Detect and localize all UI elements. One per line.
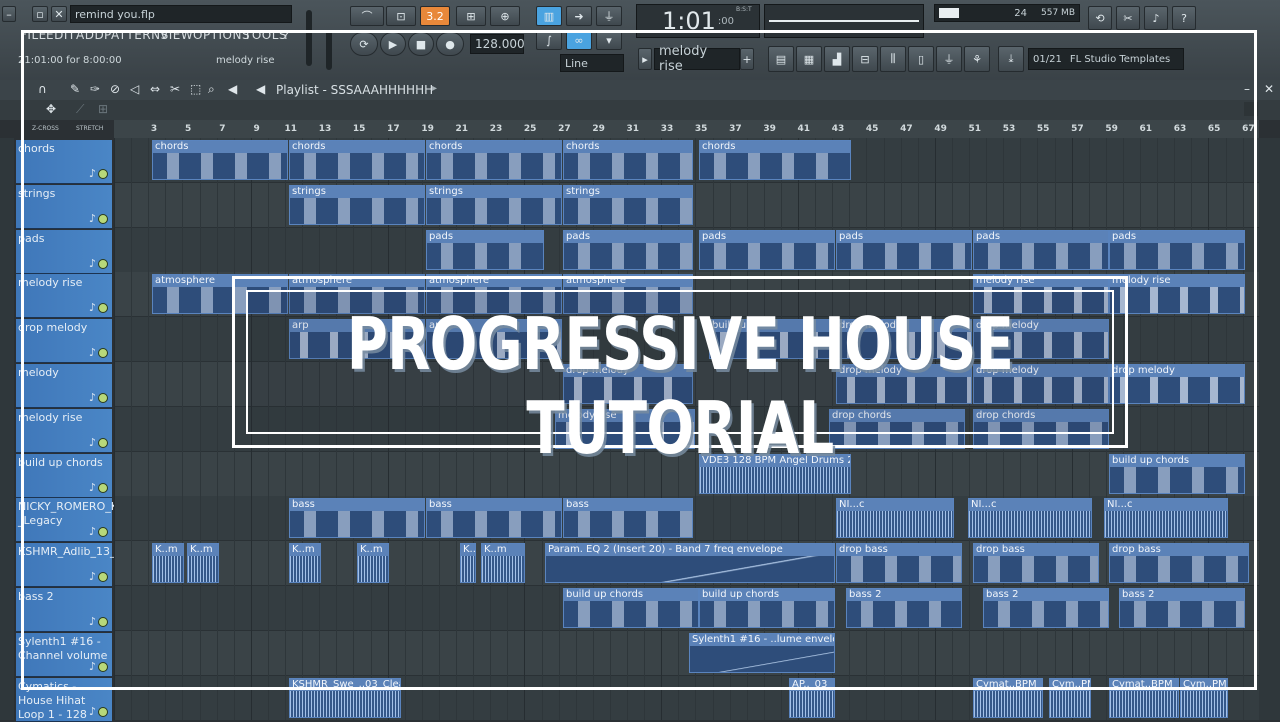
cpu-value: 24 bbox=[1014, 7, 1028, 19]
tools-icon[interactable]: ✂ bbox=[1116, 6, 1140, 30]
loop-record-icon[interactable]: ⊕ bbox=[490, 6, 520, 26]
clip-content bbox=[974, 690, 1042, 717]
track-mute-led[interactable] bbox=[98, 706, 108, 717]
metronome-icon[interactable]: ⌒ bbox=[350, 6, 384, 26]
time-small: :00 bbox=[717, 15, 734, 27]
right-scrollbar[interactable] bbox=[1259, 138, 1280, 720]
note-icon: ♪ bbox=[88, 704, 96, 718]
arrow-icon[interactable]: ➜ bbox=[566, 6, 592, 26]
close-icon[interactable]: ✕ bbox=[1264, 82, 1274, 96]
file-name-field: remind you.flp bbox=[70, 5, 292, 23]
time-label: B:S:T bbox=[736, 6, 752, 13]
help-icon[interactable]: ? bbox=[1172, 6, 1196, 30]
close-icon[interactable]: ✕ bbox=[51, 6, 67, 22]
vertical-scrollbar[interactable] bbox=[0, 138, 14, 720]
cpu-icon[interactable]: ⟲ bbox=[1088, 6, 1112, 30]
clip-content bbox=[1110, 690, 1178, 717]
restore-icon[interactable]: ▫ bbox=[32, 6, 48, 22]
clip-content bbox=[1181, 690, 1227, 717]
clip-content bbox=[290, 690, 400, 717]
microphone-icon[interactable]: ♪ bbox=[1144, 6, 1168, 30]
cpu-memory-meter: 24 557 MB bbox=[934, 4, 1080, 22]
record-mode-icon[interactable]: ⊡ bbox=[386, 6, 416, 26]
mode-indicator[interactable]: 3.2 bbox=[420, 6, 450, 26]
minimize-icon[interactable]: – bbox=[2, 6, 16, 22]
wait-icon[interactable]: ⊞ bbox=[456, 6, 486, 26]
plug-icon[interactable]: ⏚ bbox=[596, 6, 622, 26]
clip-content bbox=[790, 690, 834, 717]
tutorial-title: PROGRESSIVE HOUSE TUTORIAL bbox=[346, 302, 1014, 470]
memory-value: 557 MB bbox=[1041, 8, 1075, 18]
snap-icon[interactable]: ▥ bbox=[536, 6, 562, 26]
clip-content bbox=[1050, 690, 1090, 717]
